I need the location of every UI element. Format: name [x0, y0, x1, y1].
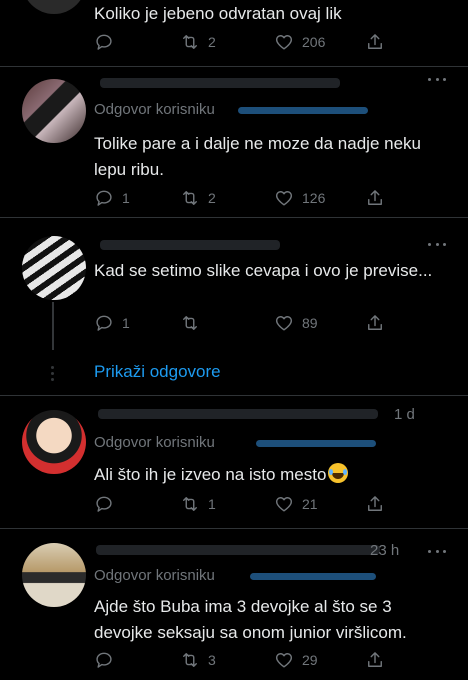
- tweet-text: Ali što ih je izveo na isto mesto: [94, 462, 448, 488]
- share-button[interactable]: [365, 493, 385, 515]
- like-button[interactable]: 21: [274, 493, 318, 515]
- reply-button[interactable]: 1: [94, 312, 130, 334]
- reply-count: 1: [122, 315, 130, 331]
- tweet-2[interactable]: Odgovor korisniku Tolike pare a i dalje …: [0, 67, 468, 217]
- replying-to: Odgovor korisniku: [94, 567, 215, 584]
- reply-icon: [94, 32, 114, 52]
- like-icon: [274, 32, 294, 52]
- redacted-handle: [250, 573, 376, 580]
- retweet-icon: [180, 494, 200, 514]
- reply-icon: [94, 494, 114, 514]
- share-icon: [365, 313, 385, 333]
- replying-prefix: Odgovor korisniku: [94, 101, 215, 118]
- reply-icon: [94, 188, 114, 208]
- like-count: 21: [302, 496, 318, 512]
- avatar[interactable]: [22, 543, 86, 607]
- retweet-icon: [180, 32, 200, 52]
- tweet-5[interactable]: 23 h Odgovor korisniku Ajde što Buba ima…: [0, 529, 468, 680]
- replying-prefix: Odgovor korisniku: [94, 567, 215, 584]
- like-button[interactable]: 89: [274, 312, 318, 334]
- like-count: 29: [302, 652, 318, 668]
- retweet-icon: [180, 188, 200, 208]
- like-button[interactable]: 29: [274, 649, 318, 671]
- tweet-actions: 1 2 126: [94, 187, 446, 209]
- share-button[interactable]: [365, 187, 385, 209]
- tweet-text-content: Ali što ih je izveo na isto mesto: [94, 465, 327, 484]
- replying-prefix: Odgovor korisniku: [94, 434, 215, 451]
- like-count: 206: [302, 34, 326, 50]
- avatar[interactable]: [22, 79, 86, 143]
- thread-line: [52, 302, 54, 350]
- tweet-text: Kad se setimo slike cevapa i ovo je prev…: [94, 261, 433, 280]
- share-button[interactable]: [365, 312, 385, 334]
- like-icon: [274, 650, 294, 670]
- show-replies-link[interactable]: Prikaži odgovore: [94, 362, 221, 382]
- tweet-4[interactable]: 1 d Odgovor korisniku Ali što ih je izve…: [0, 396, 468, 528]
- tweet-text: Tolike pare a i dalje ne moze da nadje n…: [94, 134, 421, 179]
- thread-dot: [51, 372, 54, 375]
- redacted-name: [96, 545, 380, 555]
- retweet-button[interactable]: [180, 312, 200, 334]
- like-count: 89: [302, 315, 318, 331]
- like-icon: [274, 313, 294, 333]
- avatar[interactable]: [22, 236, 86, 300]
- share-button[interactable]: [365, 31, 385, 53]
- tweet-1[interactable]: Koliko je jebeno odvratan ovaj lik 2 206: [0, 0, 468, 66]
- retweet-count: 3: [208, 652, 216, 668]
- tweet-time: 1 d: [394, 406, 415, 423]
- share-icon: [365, 650, 385, 670]
- redacted-name: [100, 240, 280, 250]
- redacted-name: [98, 409, 378, 419]
- share-button[interactable]: [365, 649, 385, 671]
- thread-dot: [51, 378, 54, 381]
- retweet-button[interactable]: 2: [180, 31, 216, 53]
- tweet-text: Ajde što Buba ima 3 devojke al što se 3 …: [94, 597, 407, 642]
- share-icon: [365, 494, 385, 514]
- share-icon: [365, 188, 385, 208]
- tweet-3[interactable]: Kad se setimo slike cevapa i ovo je prev…: [0, 218, 468, 346]
- reply-icon: [94, 650, 114, 670]
- reply-button[interactable]: [94, 31, 114, 53]
- thread-dot: [51, 366, 54, 369]
- more-icon[interactable]: [428, 548, 446, 554]
- redacted-name: [100, 78, 340, 88]
- share-icon: [365, 32, 385, 52]
- avatar[interactable]: [22, 410, 86, 474]
- like-icon: [274, 188, 294, 208]
- redacted-handle: [256, 440, 376, 447]
- reply-button[interactable]: 1: [94, 187, 130, 209]
- like-button[interactable]: 206: [274, 31, 325, 53]
- laughing-emoji-icon: [328, 463, 349, 483]
- reply-icon: [94, 313, 114, 333]
- redacted-handle: [238, 107, 368, 114]
- tweet-text: Koliko je jebeno odvratan ovaj lik: [94, 4, 342, 23]
- retweet-count: 2: [208, 34, 216, 50]
- retweet-count: 1: [208, 496, 216, 512]
- like-icon: [274, 494, 294, 514]
- reply-button[interactable]: [94, 649, 114, 671]
- more-icon[interactable]: [428, 76, 446, 82]
- avatar[interactable]: [22, 0, 86, 14]
- retweet-count: 2: [208, 190, 216, 206]
- retweet-button[interactable]: 1: [180, 493, 216, 515]
- tweet-actions: 2 206: [94, 31, 446, 53]
- replying-to: Odgovor korisniku: [94, 101, 215, 118]
- retweet-button[interactable]: 3: [180, 649, 216, 671]
- reply-button[interactable]: [94, 493, 114, 515]
- like-count: 126: [302, 190, 326, 206]
- tweet-actions: 3 29: [94, 649, 446, 671]
- retweet-icon: [180, 313, 200, 333]
- more-icon[interactable]: [428, 241, 446, 247]
- reply-count: 1: [122, 190, 130, 206]
- tweet-actions: 1 89: [94, 312, 446, 334]
- like-button[interactable]: 126: [274, 187, 325, 209]
- tweet-actions: 1 21: [94, 493, 446, 515]
- tweet-time: 23 h: [370, 542, 400, 559]
- retweet-icon: [180, 650, 200, 670]
- replying-to: Odgovor korisniku: [94, 434, 215, 451]
- retweet-button[interactable]: 2: [180, 187, 216, 209]
